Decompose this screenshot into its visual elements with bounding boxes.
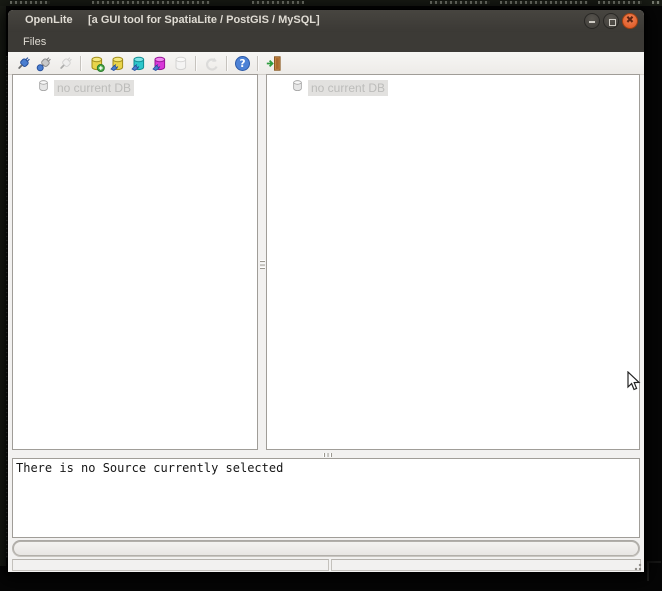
connect-sqlite-db-button[interactable]	[107, 54, 128, 73]
resize-grip[interactable]	[631, 560, 642, 571]
plug-blue-icon	[15, 55, 32, 72]
background-window-remnant-corner	[647, 561, 661, 581]
svg-text:?: ?	[239, 58, 245, 70]
connect-mysql-db-button[interactable]	[149, 54, 170, 73]
vertical-splitter[interactable]	[258, 74, 266, 450]
db-gray-icon	[172, 55, 189, 72]
message-console[interactable]: There is no Source currently selected	[12, 458, 640, 538]
help-blue-icon: ?	[234, 55, 251, 72]
quit-button[interactable]	[263, 54, 284, 73]
db-cyan-plug-icon	[130, 55, 147, 72]
window-title-suffix: [a GUI tool for SpatiaLite / PostGIS / M…	[88, 14, 320, 26]
maximize-icon	[608, 18, 616, 26]
minimize-button[interactable]	[584, 13, 600, 29]
toolbar-separator	[257, 55, 259, 71]
tree-item-label: no current DB	[54, 79, 135, 96]
window-controls: ✖	[584, 13, 638, 29]
tree-item-label: no current DB	[308, 79, 389, 96]
plug-gray-icon	[57, 55, 74, 72]
statusbar-left-cell	[12, 559, 329, 571]
disconnect-db-button[interactable]	[34, 54, 55, 73]
toolbar-separator	[226, 55, 228, 71]
help-about-button[interactable]: ?	[232, 54, 253, 73]
menu-files[interactable]: Files	[18, 35, 51, 49]
source-tree-panel-left[interactable]: no current DB	[12, 74, 258, 450]
statusbar	[8, 559, 644, 572]
scrollbar-thumb[interactable]	[13, 541, 639, 556]
exit-door-icon	[265, 55, 282, 72]
toolbar-separator	[80, 55, 82, 71]
horizontal-scrollbar[interactable]	[12, 540, 640, 557]
desktop-background: OpenLite [a GUI tool for SpatiaLite / Po…	[0, 0, 662, 591]
splitter-grip	[259, 260, 265, 269]
maximize-button[interactable]	[603, 13, 619, 29]
openlite-window: OpenLite [a GUI tool for SpatiaLite / Po…	[8, 10, 644, 572]
refresh-gray-icon	[203, 55, 220, 72]
connect-db-button[interactable]	[13, 54, 34, 73]
menubar: Files	[8, 32, 644, 52]
splitter-grip	[323, 452, 332, 457]
db-yellow-plus-icon	[88, 55, 105, 72]
db-magenta-plug-icon	[151, 55, 168, 72]
toolbar-buttons: ?	[13, 53, 284, 73]
close-button[interactable]: ✖	[622, 13, 638, 29]
console-message: There is no Source currently selected	[16, 461, 284, 475]
connect-postgis-db-button[interactable]	[128, 54, 149, 73]
create-new-sqlite-db-button[interactable]	[86, 54, 107, 73]
memory-db-button[interactable]	[170, 54, 191, 73]
plug-eject-icon	[36, 55, 53, 72]
db-yellow-plug-icon	[109, 55, 126, 72]
detach-db-button[interactable]	[55, 54, 76, 73]
minimize-icon	[589, 21, 595, 23]
horizontal-splitter[interactable]	[8, 450, 644, 458]
db-cylinder-icon	[291, 79, 304, 97]
toolbar: ?	[8, 52, 644, 75]
window-app-name: OpenLite	[25, 14, 73, 26]
tree-item-no-current-db-right[interactable]: no current DB	[267, 79, 389, 97]
background-window-remnant-top	[0, 0, 662, 6]
tree-item-no-current-db-left[interactable]: no current DB	[13, 79, 135, 97]
close-icon: ✖	[625, 15, 635, 26]
db-cylinder-icon	[37, 79, 50, 97]
toolbar-separator	[195, 55, 197, 71]
source-tree-panel-right[interactable]: no current DB	[266, 74, 640, 450]
statusbar-right-cell	[331, 559, 641, 571]
refresh-button[interactable]	[201, 54, 222, 73]
titlebar[interactable]: OpenLite [a GUI tool for SpatiaLite / Po…	[8, 10, 644, 33]
